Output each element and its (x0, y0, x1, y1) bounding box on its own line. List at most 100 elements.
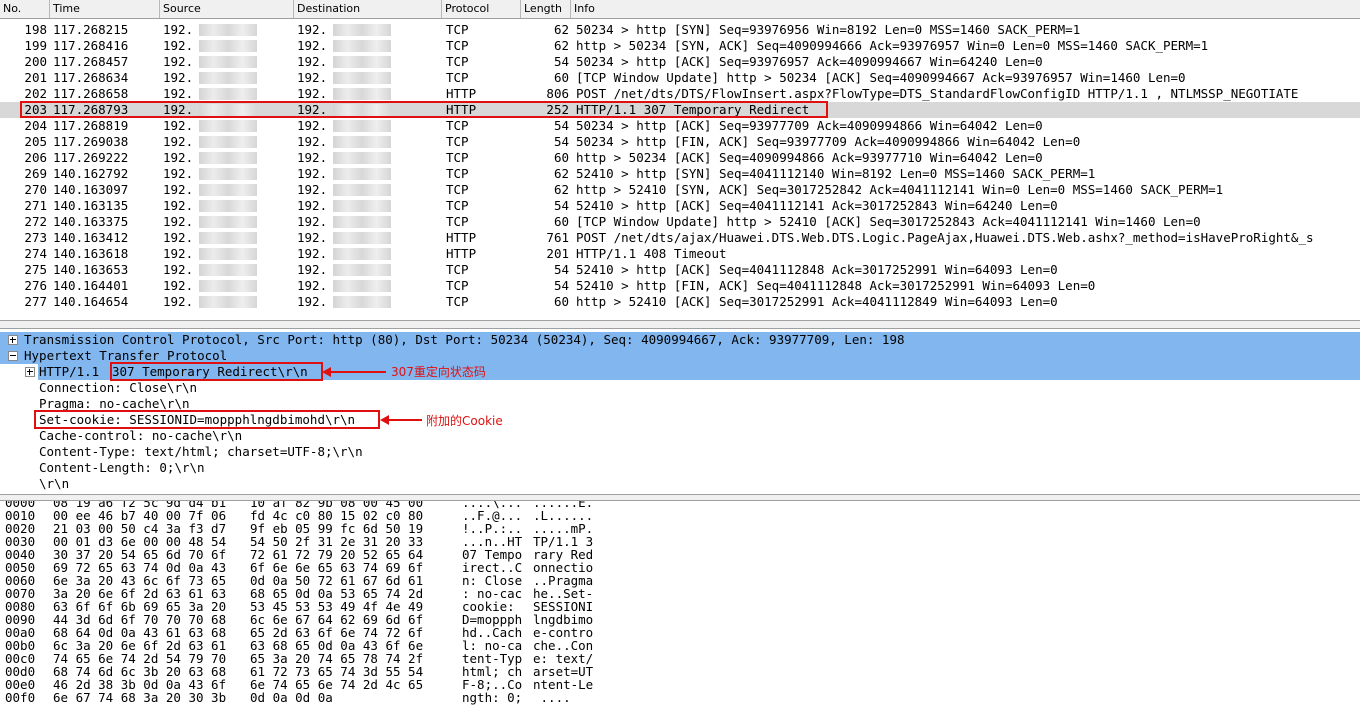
column-header-time[interactable]: Time (50, 0, 160, 18)
packet-info: 50234 > http [SYN] Seq=93976956 Win=8192… (576, 22, 1081, 37)
packet-time: 140.164654 (53, 294, 129, 309)
packet-row[interactable]: 198 117.268215 192. 192. TCP 62 50234 > http [… (0, 22, 1360, 38)
packet-time: 140.162792 (53, 166, 129, 181)
packet-number: 206 (24, 150, 47, 165)
pane-splitter-bottom[interactable] (0, 494, 1360, 501)
tree-node-tcp[interactable]: Transmission Control Protocol, Src Port:… (0, 332, 1360, 348)
column-header-no[interactable]: No. (0, 0, 50, 18)
packet-row[interactable]: 277 140.164654 192. 192. TCP 60 http > 52410 [… (0, 294, 1360, 310)
column-header-destination[interactable]: Destination (294, 0, 442, 18)
header-content-type[interactable]: Content-Type: text/html; charset=UTF-8;\… (39, 444, 363, 460)
packet-info: 50234 > http [ACK] Seq=93977709 Ack=4090… (576, 118, 1043, 133)
packet-info: http > 52410 [ACK] Seq=3017252991 Ack=40… (576, 294, 1058, 309)
packet-number: 205 (24, 134, 47, 149)
packet-row[interactable]: 204 117.268819 192. 192. TCP 54 50234 > http [… (0, 118, 1360, 134)
column-header-info[interactable]: Info (571, 0, 1360, 18)
redacted-address-blur (199, 200, 257, 212)
packet-row[interactable]: 270 140.163097 192. 192. TCP 62 http > 52410 [… (0, 182, 1360, 198)
packet-row[interactable]: 276 140.164401 192. 192. TCP 54 52410 > http [… (0, 278, 1360, 294)
hex-dump-pane[interactable]: 0000 08 19 a6 f2 5c 9d d4 b1 10 af 82 9b 0… (0, 501, 1360, 714)
redacted-address-blur (333, 216, 391, 228)
packet-row[interactable]: 202 117.268658 192. 192. HTTP 806 POST /net/dt… (0, 86, 1360, 102)
packet-length: 62 (553, 38, 569, 53)
expand-plus-icon[interactable] (25, 367, 35, 377)
packet-time: 117.268215 (53, 22, 129, 37)
packet-length: 62 (553, 182, 569, 197)
redacted-address-blur (333, 120, 391, 132)
collapse-minus-icon[interactable] (8, 351, 18, 361)
packet-protocol: TCP (446, 182, 469, 197)
packet-time: 117.268658 (53, 86, 129, 101)
packet-number: 276 (24, 278, 47, 293)
packet-row[interactable]: 200 117.268457 192. 192. TCP 54 50234 > http [… (0, 54, 1360, 70)
header-connection[interactable]: Connection: Close\r\n (39, 380, 197, 396)
column-header-source[interactable]: Source (160, 0, 294, 18)
packet-time: 140.163412 (53, 230, 129, 245)
tcp-summary-text: Transmission Control Protocol, Src Port:… (24, 332, 905, 347)
packet-length: 54 (553, 278, 569, 293)
packet-length: 54 (553, 118, 569, 133)
column-header-protocol[interactable]: Protocol (442, 0, 521, 18)
redacted-address-blur (199, 280, 257, 292)
redacted-address-blur (199, 56, 257, 68)
packet-number: 200 (24, 54, 47, 69)
redacted-address-blur (333, 232, 391, 244)
header-content-length[interactable]: Content-Length: 0;\r\n (39, 460, 205, 476)
packet-protocol: TCP (446, 70, 469, 85)
redacted-address-blur (333, 184, 391, 196)
packet-row[interactable]: 272 140.163375 192. 192. TCP 60 [TCP Window Up… (0, 214, 1360, 230)
packet-row[interactable]: 275 140.163653 192. 192. TCP 54 52410 > http [… (0, 262, 1360, 278)
packet-protocol: TCP (446, 134, 469, 149)
packet-row[interactable]: 199 117.268416 192. 192. TCP 62 http > 50234 [… (0, 38, 1360, 54)
packet-number: 204 (24, 118, 47, 133)
header-cache-control[interactable]: Cache-control: no-cache\r\n (39, 428, 242, 444)
redacted-address-blur (199, 216, 257, 228)
redacted-address-blur (199, 152, 257, 164)
packet-number: 202 (24, 86, 47, 101)
packet-length: 201 (546, 246, 569, 261)
packet-info: HTTP/1.1 408 Timeout (576, 246, 727, 261)
expand-plus-icon[interactable] (8, 335, 18, 345)
packet-row[interactable]: 269 140.162792 192. 192. TCP 62 52410 > http [… (0, 166, 1360, 182)
packet-list-pane[interactable]: No. Time Source Destination Protocol Len… (0, 0, 1360, 320)
packet-length: 54 (553, 198, 569, 213)
packet-info: http > 50234 [ACK] Seq=4090994866 Ack=93… (576, 150, 1043, 165)
packet-number: 198 (24, 22, 47, 37)
packet-row[interactable]: 274 140.163618 192. 192. HTTP 201 HTTP/1.1 408… (0, 246, 1360, 262)
packet-info: 50234 > http [FIN, ACK] Seq=93977709 Ack… (576, 134, 1081, 149)
packet-row[interactable]: 201 117.268634 192. 192. TCP 60 [TCP Window Up… (0, 70, 1360, 86)
packet-time: 117.268457 (53, 54, 129, 69)
packet-info: 52410 > http [ACK] Seq=4041112141 Ack=30… (576, 198, 1058, 213)
packet-time: 140.163375 (53, 214, 129, 229)
packet-length: 54 (553, 54, 569, 69)
packet-length: 54 (553, 262, 569, 277)
header-end-crlf[interactable]: \r\n (39, 476, 69, 492)
column-header-length[interactable]: Length (521, 0, 571, 18)
packet-number: 277 (24, 294, 47, 309)
selected-packet-highlight-box (20, 101, 828, 118)
packet-list-header: No. Time Source Destination Protocol Len… (0, 0, 1360, 19)
packet-time: 140.163618 (53, 246, 129, 261)
packet-row[interactable]: 273 140.163412 192. 192. HTTP 761 POST /net/dt… (0, 230, 1360, 246)
packet-time: 140.163653 (53, 262, 129, 277)
packet-length: 806 (546, 86, 569, 101)
packet-protocol: HTTP (446, 246, 477, 261)
redacted-address-blur (333, 248, 391, 260)
packet-length: 60 (553, 214, 569, 229)
packet-time: 117.268416 (53, 38, 129, 53)
packet-row[interactable]: 206 117.269222 192. 192. TCP 60 http > 50234 [… (0, 150, 1360, 166)
hex-bytes-left: 6e 67 74 68 3a 20 30 3b (53, 690, 227, 705)
packet-protocol: TCP (446, 22, 469, 37)
redacted-address-blur (199, 136, 257, 148)
packet-info: POST /net/dts/DTS/FlowInsert.aspx?FlowTy… (576, 86, 1299, 101)
status-annotation-arrow-line (330, 371, 386, 373)
redacted-address-blur (199, 88, 257, 100)
packet-protocol: HTTP (446, 86, 477, 101)
pane-splitter-top[interactable] (0, 320, 1360, 329)
packet-details-pane[interactable]: Transmission Control Protocol, Src Port:… (0, 330, 1360, 494)
packet-length: 62 (553, 166, 569, 181)
packet-protocol: TCP (446, 198, 469, 213)
packet-row[interactable]: 271 140.163135 192. 192. TCP 54 52410 > http [… (0, 198, 1360, 214)
set-cookie-annotation-label: 附加的Cookie (426, 414, 503, 428)
packet-row[interactable]: 205 117.269038 192. 192. TCP 54 50234 > http [… (0, 134, 1360, 150)
